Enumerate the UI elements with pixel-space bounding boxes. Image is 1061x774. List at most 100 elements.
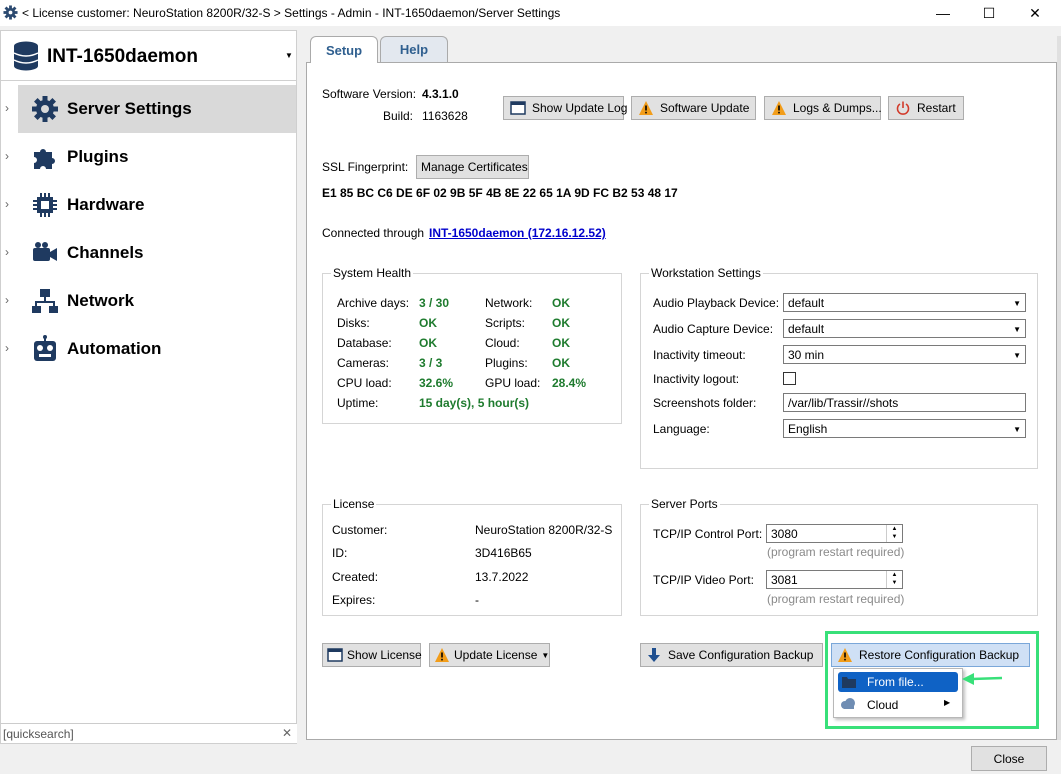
sidebar-item-server-settings-highlight[interactable]: Server Settings [18,85,296,133]
button-label: Show License [347,648,422,662]
maximize-button[interactable]: ☐ [966,0,1012,26]
save-configuration-backup-button[interactable]: Save Configuration Backup [640,643,823,667]
sidebar-item-label: Plugins [67,147,129,166]
logs-dumps-button[interactable]: Logs & Dumps... [764,96,882,120]
show-update-log-button[interactable]: Show Update Log [503,96,627,120]
clear-search-icon[interactable]: ✕ [282,726,292,740]
spin-value: 3081 [771,573,798,587]
audio-capture-select[interactable]: default ▼ [783,319,1026,338]
expand-chevron-icon[interactable]: › [5,341,9,355]
health-value: 32.6% [419,376,454,390]
license-label: Created: [332,570,379,584]
sidebar-item-plugins[interactable]: › Plugins [1,133,297,181]
expand-chevron-icon[interactable]: › [5,149,9,163]
sidebar: INT-1650daemon ▼ › Server Settings › Plu… [0,30,297,744]
show-license-button[interactable]: Show License [322,643,422,667]
health-value: OK [552,336,570,350]
audio-playback-label: Audio Playback Device: [653,296,780,310]
close-button[interactable]: Close [971,746,1047,771]
chevron-down-icon: ▼ [1013,351,1021,360]
software-version-label: Software Version: [322,87,417,101]
button-label: Software Update [660,101,750,115]
audio-playback-select[interactable]: default ▼ [783,293,1026,312]
tab-help[interactable]: Help [380,36,448,62]
health-label: Scripts: [485,316,526,330]
expand-chevron-icon[interactable]: › [5,245,9,259]
build-label: Build: [383,109,414,123]
sidebar-item-network[interactable]: › Network [1,277,297,325]
control-port-spinbox[interactable]: 3080 ▲ ▼ [766,524,903,543]
sidebar-item-automation[interactable]: › Automation [1,325,297,373]
window-title-bar: < License customer: NeuroStation 8200R/3… [0,0,1061,26]
chevron-down-icon: ▼ [1013,299,1021,308]
video-port-label: TCP/IP Video Port: [653,573,754,587]
window-title: < License customer: NeuroStation 8200R/3… [22,6,561,20]
screenshots-folder-input[interactable]: /var/lib/Trassir//shots [783,393,1026,412]
expand-chevron-icon[interactable]: › [5,197,9,211]
health-label: Network: [485,296,533,310]
video-port-spinbox[interactable]: 3081 ▲ ▼ [766,570,903,589]
close-window-button[interactable]: ✕ [1012,0,1058,26]
button-label: Logs & Dumps... [793,101,882,115]
button-label: Update License [454,648,538,662]
spin-arrows-icon[interactable]: ▲ ▼ [886,525,902,542]
expand-chevron-icon[interactable]: › [5,293,9,307]
health-value: 3 / 30 [419,296,450,310]
chevron-down-icon[interactable]: ▼ [285,51,293,60]
camera-icon [33,242,57,261]
health-value: OK [552,316,570,330]
select-value: English [788,422,828,436]
build-value: 1163628 [422,109,468,123]
license-value: NeuroStation 8200R/32-S [475,523,613,537]
gear-icon [32,96,58,122]
manage-certificates-button[interactable]: Manage Certificates [416,155,529,179]
inactivity-logout-label: Inactivity logout: [653,372,740,386]
health-label: Uptime: [337,396,379,410]
warning-icon [639,101,653,115]
minimize-button[interactable]: — [920,0,966,26]
connected-server-link[interactable]: INT-1650daemon (172.16.12.52) [429,226,606,240]
health-label: Database: [337,336,392,350]
update-license-button[interactable]: Update License ▼ [429,643,550,667]
health-value: OK [419,336,437,350]
sidebar-item-hardware[interactable]: › Hardware [1,181,297,229]
software-update-button[interactable]: Software Update [631,96,756,120]
inactivity-timeout-select[interactable]: 30 min ▼ [783,345,1026,364]
tab-setup[interactable]: Setup [310,36,378,63]
audio-capture-label: Audio Capture Device: [653,322,774,336]
connected-through-label: Connected through [322,226,425,240]
workstation-settings-title: Workstation Settings [649,266,763,280]
sidebar-item-label: Network [67,291,135,310]
expand-chevron-icon[interactable]: › [5,101,9,115]
license-label: Expires: [332,593,376,607]
ssl-fingerprint-label: SSL Fingerprint: [322,160,409,174]
spin-arrows-icon[interactable]: ▲ ▼ [886,571,902,588]
license-label: ID: [332,546,348,560]
restart-hint: (program restart required) [767,592,905,606]
button-label: Manage Certificates [421,160,528,174]
health-label: Cloud: [485,336,520,350]
chip-icon [33,193,57,217]
health-value: 15 day(s), 5 hour(s) [419,396,530,410]
server-name: INT-1650daemon [47,46,198,67]
quicksearch-placeholder: [quicksearch] [3,727,74,741]
license-label: Customer: [332,523,388,537]
health-value: 3 / 3 [419,356,443,370]
robot-icon [34,335,56,361]
restart-button[interactable]: Restart [888,96,964,120]
software-version-value: 4.3.1.0 [422,87,459,101]
license-value: - [475,593,479,607]
health-value: 28.4% [552,376,587,390]
select-value: default [788,296,825,310]
health-label: CPU load: [337,376,392,390]
warning-icon [772,101,786,115]
select-value: 30 min [788,348,825,362]
health-label: Disks: [337,316,370,330]
quicksearch-input[interactable]: [quicksearch] ✕ [1,723,297,743]
inactivity-logout-checkbox[interactable] [783,372,796,385]
server-selector[interactable]: INT-1650daemon ▼ [1,31,297,81]
health-value: OK [552,296,570,310]
ssl-fingerprint-value: E1 85 BC C6 DE 6F 02 9B 5F 4B 8E 22 65 1… [322,186,678,200]
sidebar-item-channels[interactable]: › Channels [1,229,297,277]
language-select[interactable]: English ▼ [783,419,1026,438]
